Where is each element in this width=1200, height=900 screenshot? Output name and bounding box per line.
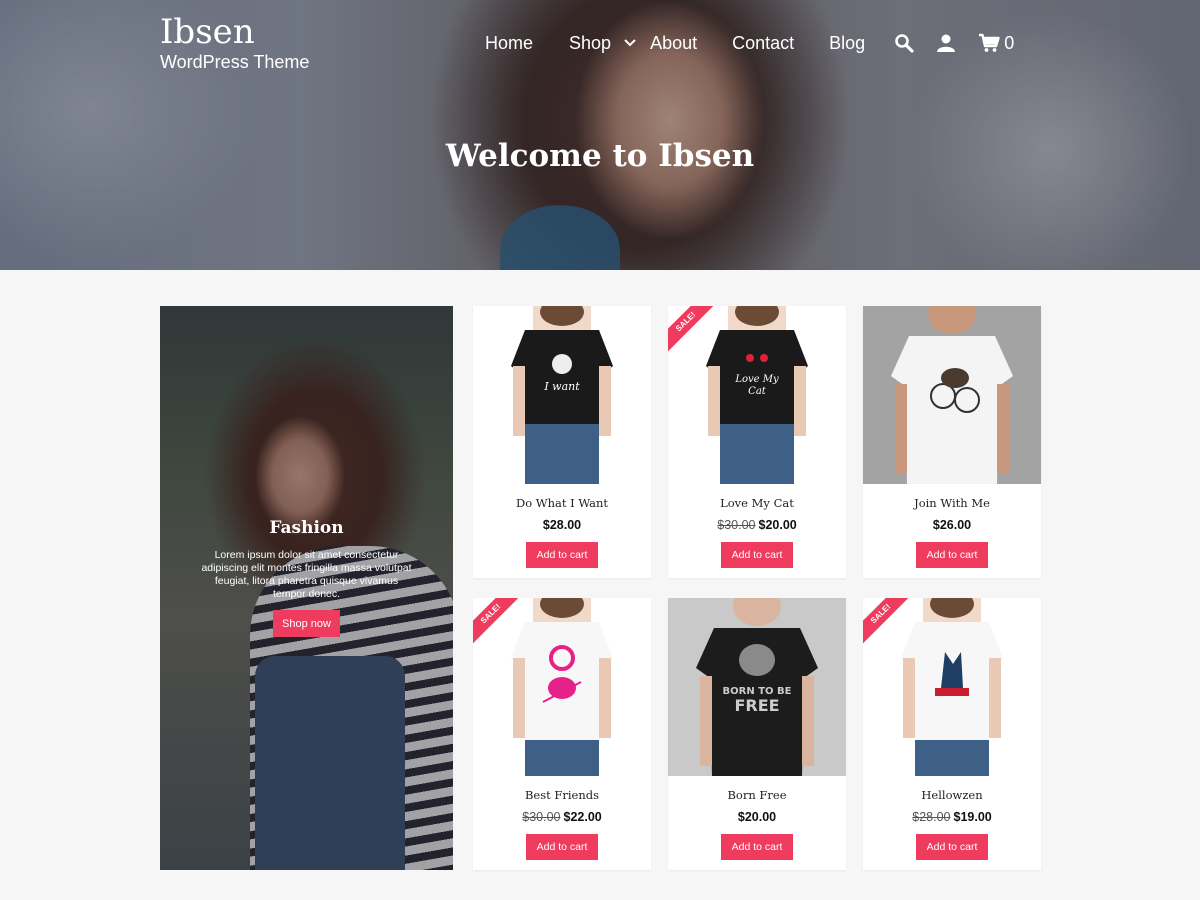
- product-name[interactable]: Join With Me: [863, 496, 1041, 510]
- current-price: $26.00: [932, 518, 972, 532]
- promo-title: Fashion: [269, 518, 344, 538]
- add-to-cart-button[interactable]: Add to cart: [916, 834, 988, 860]
- old-price: $30.00: [717, 518, 756, 532]
- chevron-down-icon[interactable]: [621, 34, 639, 52]
- sale-badge: SALE!: [863, 598, 915, 648]
- fashion-promo-block: Fashion Lorem ipsum dolor sit amet conse…: [160, 306, 453, 870]
- add-to-cart-button[interactable]: Add to cart: [916, 542, 988, 568]
- site-tagline: WordPress Theme: [160, 52, 310, 72]
- product-price: $28.00: [473, 518, 651, 532]
- svg-text:I want: I want: [543, 380, 580, 393]
- product-card[interactable]: I want Do What I Want $28.00 Add to cart: [473, 306, 651, 578]
- current-price: $19.00: [953, 810, 992, 824]
- search-button[interactable]: [894, 33, 914, 53]
- product-image[interactable]: I want: [473, 306, 651, 484]
- product-card[interactable]: BORN TO BE FREE Born Free $20.00 Add to …: [668, 598, 846, 870]
- hero-heading: Welcome to Ibsen: [445, 138, 755, 174]
- nav-item-home[interactable]: Home: [485, 33, 533, 54]
- nav-item-about[interactable]: About: [650, 33, 697, 54]
- nav-item-contact[interactable]: Contact: [732, 33, 794, 54]
- site-branding: Ibsen WordPress Theme: [160, 12, 309, 73]
- old-price: $28.00: [912, 810, 951, 824]
- current-price: $20.00: [758, 518, 797, 532]
- product-card[interactable]: Love My Cat SALE! Love My Cat $30.00 $20.…: [668, 306, 846, 578]
- svg-text:Love My: Love My: [734, 374, 779, 385]
- sale-badge: SALE!: [668, 306, 720, 356]
- cart-button[interactable]: 0: [978, 33, 1014, 54]
- product-price: $26.00: [863, 518, 1041, 532]
- current-price: $20.00: [737, 810, 777, 824]
- promo-text: Lorem ipsum dolor sit amet consectetur a…: [201, 549, 412, 600]
- nav-item-blog[interactable]: Blog: [829, 33, 865, 54]
- tshirt-image: BORN TO BE FREE: [696, 598, 818, 776]
- product-name[interactable]: Hellowzen: [863, 788, 1041, 802]
- current-price: $22.00: [563, 810, 602, 824]
- add-to-cart-button[interactable]: Add to cart: [526, 834, 598, 860]
- add-to-cart-button[interactable]: Add to cart: [526, 542, 598, 568]
- cart-icon: [979, 33, 1000, 52]
- add-to-cart-button[interactable]: Add to cart: [721, 542, 793, 568]
- product-price: $20.00: [668, 810, 846, 824]
- hero-header: Ibsen WordPress Theme Home Shop About Co…: [0, 0, 1200, 270]
- search-icon: [895, 34, 914, 53]
- nav-item-shop[interactable]: Shop: [569, 33, 611, 54]
- product-image[interactable]: BORN TO BE FREE: [668, 598, 846, 776]
- sale-badge-wrap: SALE!: [473, 598, 525, 650]
- tshirt-image: [891, 306, 1013, 484]
- sale-badge-wrap: SALE!: [863, 598, 915, 650]
- site-title[interactable]: Ibsen: [160, 12, 309, 52]
- add-to-cart-button[interactable]: Add to cart: [721, 834, 793, 860]
- product-card[interactable]: SALE! Hellowzen $28.00 $19.00 Add to cart: [863, 598, 1041, 870]
- svg-text:Cat: Cat: [748, 386, 767, 397]
- product-price: $30.00 $20.00: [668, 518, 846, 532]
- user-icon: [937, 34, 956, 52]
- product-name[interactable]: Do What I Want: [473, 496, 651, 510]
- product-price: $28.00 $19.00: [863, 810, 1041, 824]
- tshirt-image: I want: [511, 306, 613, 484]
- sale-badge: SALE!: [473, 598, 525, 648]
- product-name[interactable]: Best Friends: [473, 788, 651, 802]
- current-price: $28.00: [542, 518, 582, 532]
- shop-now-button[interactable]: Shop now: [273, 610, 340, 637]
- account-button[interactable]: [936, 33, 956, 53]
- product-card[interactable]: Join With Me $26.00 Add to cart: [863, 306, 1041, 578]
- svg-text:FREE: FREE: [734, 696, 779, 715]
- product-name[interactable]: Born Free: [668, 788, 846, 802]
- product-price: $30.00 $22.00: [473, 810, 651, 824]
- old-price: $30.00: [522, 810, 561, 824]
- cart-count: 0: [1004, 32, 1015, 53]
- product-name[interactable]: Love My Cat: [668, 496, 846, 510]
- product-card[interactable]: SALE! Best Friends $30.00 $22.00 Add to c…: [473, 598, 651, 870]
- main-navigation: Home Shop About Contact Blog 0: [485, 28, 1014, 58]
- sale-badge-wrap: SALE!: [668, 306, 720, 358]
- product-image[interactable]: [863, 306, 1041, 484]
